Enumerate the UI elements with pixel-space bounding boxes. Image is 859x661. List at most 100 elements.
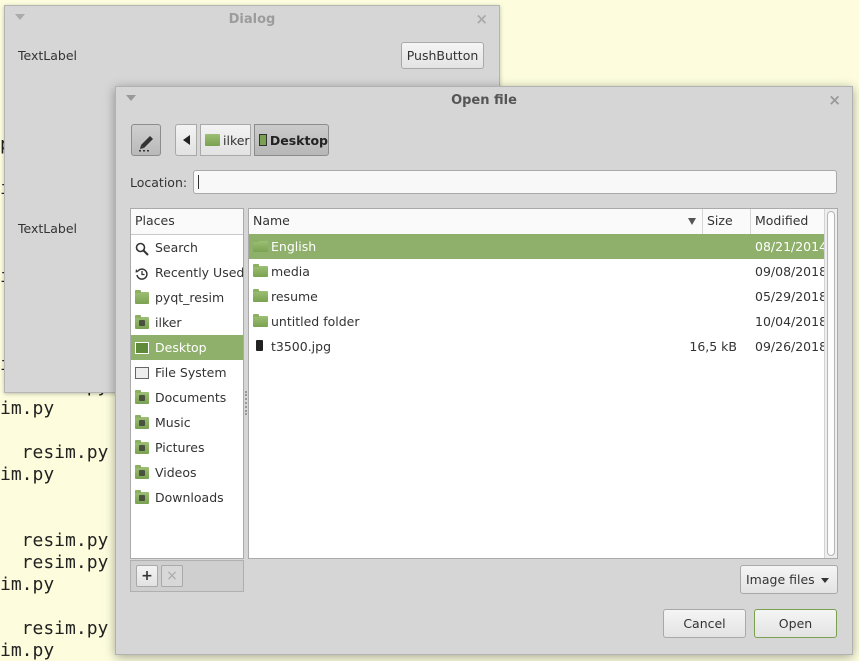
file-name: media [271,264,310,279]
folder-icon [253,314,268,327]
places-item-label: File System [155,365,227,380]
column-header-modified[interactable]: Modified [751,209,825,234]
file-name: untitled folder [271,314,360,329]
search-icon [135,242,149,256]
places-item-label: Desktop [155,340,207,355]
file-list: Name Size Modified English 08/21/2014 medi… [248,208,838,559]
location-label: Location: [130,175,188,190]
folder-icon [135,289,149,304]
file-row[interactable]: resume 05/29/2018 [249,284,828,309]
push-button[interactable]: PushButton [401,42,484,69]
file-row[interactable]: media 09/08/2018 [249,259,828,284]
documents-folder-icon [135,389,149,404]
videos-folder-icon [135,464,149,479]
places-item-desktop[interactable]: Desktop [131,335,243,360]
chevron-down-icon [821,578,829,583]
remove-bookmark-button[interactable]: × [161,565,183,587]
file-name: t3500.jpg [271,339,332,354]
places-item-label: Recently Used [155,265,244,280]
places-item-label: Videos [155,465,197,480]
places-header: Places [131,209,243,235]
places-item-file-system[interactable]: File System [131,360,243,385]
places-item-videos[interactable]: Videos [131,460,243,485]
file-name: English [271,239,317,254]
file-modified: 09/08/2018 [755,264,828,279]
left-arrow-icon [182,135,190,145]
dialog-titlebar: Dialog × [5,6,499,34]
desktop-icon [259,134,267,146]
folder-icon [253,239,268,252]
places-item-label: Documents [155,390,227,405]
music-folder-icon [135,414,149,429]
location-input[interactable] [193,170,837,194]
text-label-1: TextLabel [18,48,78,63]
places-item-pictures[interactable]: Pictures [131,435,243,460]
places-item-search[interactable]: Search [131,235,243,260]
home-folder-icon [135,314,149,329]
breadcrumb-ilker[interactable]: ilker [200,124,251,156]
terminal-line: resim.py [0,618,109,639]
open-file-titlebar: Open file × [116,87,852,115]
breadcrumb-label: Desktop [269,132,328,148]
open-file-title: Open file [451,93,517,108]
open-file-dialog: Open file × ilker Desktop Location: Plac… [115,86,853,655]
file-row[interactable]: untitled folder 10/04/2018 [249,309,828,334]
places-buttons-bar: + × [130,560,244,592]
column-header-size[interactable]: Size [703,209,751,234]
scrollbar-thumb[interactable] [827,211,835,556]
terminal-line: im.py [0,464,55,485]
places-item-label: pyqt_resim [155,290,225,305]
file-list-header: Name Size Modified [249,209,837,235]
breadcrumb-desktop[interactable]: Desktop [254,124,329,156]
file-type-filter-select[interactable]: Image files [740,565,838,594]
folder-icon [253,289,268,302]
open-button[interactable]: Open [754,609,837,638]
file-modified: 09/26/2018 [755,339,828,354]
places-item-ilker[interactable]: ilker [131,310,243,335]
type-location-toggle-button[interactable] [131,124,161,156]
home-folder-icon [205,134,220,146]
terminal-line: resim.py [0,552,109,573]
file-row[interactable]: English 08/21/2014 [249,234,827,259]
dialog-title: Dialog [228,12,276,27]
terminal-line: resim.py [0,442,109,463]
clock-icon [135,267,149,280]
places-item-label: Search [155,240,198,255]
column-name-label: Name [253,213,290,228]
terminal-line: im.py [0,398,55,419]
places-item-documents[interactable]: Documents [131,385,243,410]
desktop-icon [135,341,149,354]
breadcrumb-back-button[interactable] [175,124,197,156]
file-row[interactable]: t3500.jpg 16,5 kB 09/26/2018 [249,334,828,359]
places-item-recently-used[interactable]: Recently Used [131,260,243,285]
cancel-button[interactable]: Cancel [663,609,746,638]
places-sidebar: Places Search Recently Used pyqt_resimilke… [130,208,244,559]
column-header-name[interactable]: Name [249,209,703,234]
places-item-label: Pictures [155,440,205,455]
terminal-line: im.py [0,574,55,595]
pictures-folder-icon [135,439,149,454]
add-bookmark-button[interactable]: + [136,565,158,587]
pencil-icon [139,136,153,152]
downloads-folder-icon [135,489,149,504]
file-modified: 10/04/2018 [755,314,828,329]
close-icon[interactable]: × [828,91,841,109]
terminal-line: im.py [0,640,55,661]
drive-icon [135,366,149,379]
vertical-scrollbar[interactable] [824,209,837,558]
close-icon[interactable]: × [475,10,488,28]
places-item-downloads[interactable]: Downloads [131,485,243,510]
file-modified: 05/29/2018 [755,289,828,304]
places-item-label: Downloads [155,490,224,505]
column-modified-label: Modified [755,213,809,228]
places-item-pyqt-resim[interactable]: pyqt_resim [131,285,243,310]
image-file-icon [256,340,263,351]
file-name: resume [271,289,318,304]
text-label-2: TextLabel [18,221,78,236]
file-size: 16,5 kB [689,339,737,354]
places-item-label: ilker [155,315,182,330]
column-size-label: Size [707,213,733,228]
sort-down-icon [688,218,696,225]
breadcrumb-label: ilker [223,132,250,148]
places-item-music[interactable]: Music [131,410,243,435]
